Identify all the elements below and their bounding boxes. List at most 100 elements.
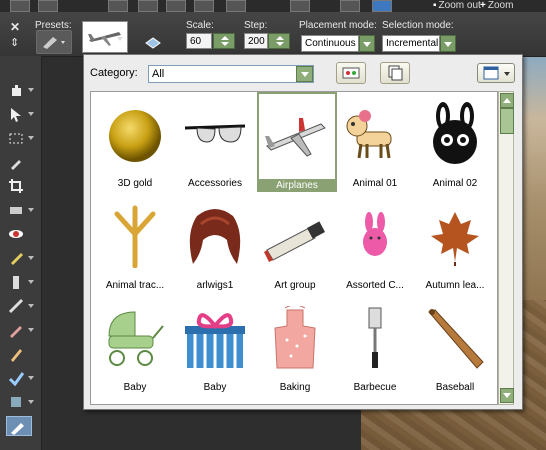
gift-icon — [185, 313, 245, 368]
preset-item[interactable]: Baseball — [417, 300, 493, 398]
film-icon — [342, 67, 360, 79]
preset-item[interactable]: arlwigs1 — [177, 198, 253, 296]
bunny-candy-icon — [363, 212, 387, 256]
leaf-icon — [431, 212, 479, 266]
grid-view-icon — [483, 66, 510, 80]
pan-tool[interactable] — [6, 80, 34, 100]
preset-item-label: Autumn lea... — [425, 280, 485, 291]
step-label: Step: — [244, 20, 268, 31]
scratch-remover-tool[interactable] — [6, 296, 34, 316]
preset-item[interactable]: Art group — [257, 198, 333, 296]
preset-item-label: Animal trac... — [105, 280, 165, 291]
pin-icon[interactable]: ⇕ — [10, 36, 19, 49]
preset-item-selected[interactable]: Airplanes — [257, 92, 337, 194]
step-input[interactable]: 200 — [244, 33, 268, 49]
dodge-tool[interactable] — [6, 368, 34, 388]
bird-track-icon — [114, 205, 156, 268]
preset-grid: 3D gold Accessories Airplanes Animal 01 … — [90, 91, 498, 405]
preset-item[interactable]: Animal 01 — [337, 96, 413, 194]
preset-item-label: Animal 02 — [432, 178, 478, 189]
toolbar-icon[interactable] — [108, 0, 128, 12]
preset-item[interactable]: Animal 02 — [417, 96, 493, 194]
airplane-icon — [265, 118, 326, 157]
preset-item[interactable]: Baby — [97, 300, 173, 398]
import-preset-button[interactable] — [336, 62, 366, 84]
toolbar-icon[interactable] — [138, 0, 158, 12]
preset-item[interactable]: Assorted C... — [337, 198, 413, 296]
selection-tool[interactable] — [6, 128, 34, 148]
help-icon[interactable] — [372, 0, 392, 12]
placement-mode-select[interactable]: Continuous — [301, 35, 359, 52]
preset-item-label: Accessories — [188, 178, 242, 189]
object-remover-tool[interactable] — [6, 392, 34, 412]
step-stepper[interactable] — [268, 33, 290, 49]
chevron-down-icon[interactable] — [117, 37, 123, 41]
preset-item-label: Airplanes — [259, 179, 335, 192]
bunny-face-icon — [433, 102, 477, 164]
zoom-in-button[interactable]: + Zoom — [480, 0, 513, 11]
wig-icon — [189, 209, 241, 264]
refresh-icon[interactable] — [144, 36, 162, 50]
scroll-down-button[interactable] — [500, 388, 514, 403]
preset-item[interactable]: Baby — [177, 300, 253, 398]
resource-manager-button[interactable] — [380, 62, 410, 84]
preset-item[interactable]: Animal trac... — [97, 198, 173, 296]
pick-tool[interactable] — [6, 104, 34, 124]
vertical-scrollbar[interactable] — [498, 91, 514, 405]
selection-mode-dropdown[interactable] — [440, 35, 456, 52]
scroll-thumb[interactable] — [500, 108, 514, 134]
presets-menu-button[interactable] — [36, 30, 72, 54]
category-select[interactable]: All — [148, 65, 314, 83]
clone-tool[interactable] — [6, 272, 34, 292]
picture-tube-tool[interactable] — [6, 416, 32, 436]
preset-item-label: Baby — [123, 382, 147, 393]
menu-strip: ▪ Zoom out + Zoom — [0, 0, 546, 12]
red-eye-tool[interactable] — [6, 224, 32, 244]
zoom-out-button[interactable]: ▪ Zoom out — [433, 0, 481, 11]
placement-mode-dropdown[interactable] — [359, 35, 375, 52]
toolbar-icon[interactable] — [10, 0, 30, 12]
scale-stepper[interactable] — [213, 33, 235, 49]
selection-mode-select[interactable]: Incremental — [382, 35, 440, 52]
brush-icon — [43, 37, 65, 49]
straighten-tool[interactable] — [6, 200, 34, 220]
dropper-tool[interactable] — [6, 152, 32, 172]
crop-tool[interactable] — [6, 176, 32, 196]
preset-item-label: 3D gold — [117, 178, 153, 189]
toolbar-icon[interactable] — [38, 0, 58, 12]
scale-input[interactable]: 60 — [186, 33, 212, 49]
toolbar-icon[interactable] — [290, 0, 310, 12]
selection-mode-label: Selection mode: — [382, 20, 454, 31]
toolbar-icon[interactable] — [226, 0, 246, 12]
toolbox — [0, 56, 42, 450]
preset-item-label: Baby — [203, 382, 227, 393]
toolbar-icon[interactable] — [166, 0, 186, 12]
scroll-up-button[interactable] — [500, 93, 514, 108]
preset-item[interactable]: Baking — [257, 300, 333, 398]
placement-mode-label: Placement mode: — [299, 20, 377, 31]
preset-item-label: Assorted C... — [346, 280, 404, 291]
toolbar-icon[interactable] — [340, 0, 360, 12]
paint-brush-tool[interactable] — [6, 320, 34, 340]
preset-item[interactable]: Accessories — [177, 96, 253, 194]
paint-tube-icon — [264, 221, 325, 262]
preset-item[interactable]: 3D gold — [97, 96, 173, 194]
spatula-icon — [368, 307, 382, 368]
makeover-tool[interactable] — [6, 248, 34, 268]
preset-item-label: arlwigs1 — [196, 280, 234, 291]
preset-item[interactable]: Autumn lea... — [417, 198, 493, 296]
toolbar-icon[interactable] — [194, 0, 214, 12]
close-icon[interactable]: ✕ — [10, 20, 20, 34]
category-dropdown-button[interactable] — [296, 66, 313, 82]
copy-icon — [388, 65, 403, 81]
stroller-icon — [108, 311, 164, 366]
glasses-icon — [184, 124, 246, 143]
gold-sphere-icon — [109, 110, 161, 162]
preset-item-label: Animal 01 — [352, 178, 398, 189]
lighten-darken-tool[interactable] — [6, 344, 32, 364]
view-mode-button[interactable] — [477, 63, 515, 83]
preset-item[interactable]: Barbecue — [337, 300, 413, 398]
preset-item-label: Baseball — [435, 382, 475, 393]
bat-icon — [428, 309, 484, 369]
apron-icon — [274, 306, 316, 369]
